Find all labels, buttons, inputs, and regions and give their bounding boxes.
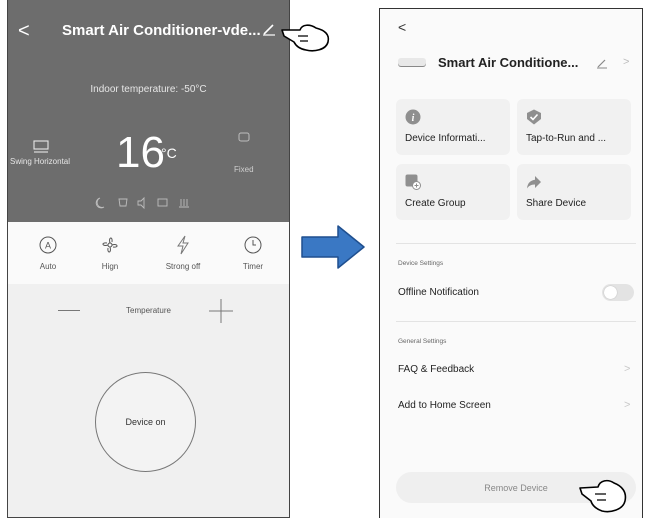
info-icon: i <box>405 109 421 125</box>
add-to-home-screen-item[interactable]: Add to Home Screen <box>398 400 491 411</box>
divider <box>396 321 636 322</box>
device-on-label: Device on <box>125 417 166 427</box>
heat-icon <box>179 199 189 208</box>
share-arrow-icon <box>527 176 541 189</box>
set-temperature-value: 16 <box>116 128 165 177</box>
device-settings-screen: < Smart Air Conditione... > i Device Inf… <box>379 8 643 518</box>
offline-notification-toggle[interactable] <box>602 284 634 301</box>
mode-bar: A Auto Hign Strong off Timer <box>8 222 289 284</box>
mode-timer-label: Timer <box>242 262 264 271</box>
back-button[interactable]: < <box>398 19 406 35</box>
svg-text:i: i <box>412 113 415 124</box>
general-settings-header: General Settings <box>398 338 447 345</box>
device-name: Smart Air Conditione... <box>438 55 579 70</box>
auto-a-icon: A <box>39 236 57 254</box>
temperature-plus-button[interactable] <box>208 298 234 324</box>
tile-share-device[interactable]: Share Device <box>517 164 631 220</box>
device-settings-header: Device Settings <box>398 260 444 267</box>
offline-notification-label: Offline Notification <box>398 287 479 298</box>
mode-timer[interactable]: Timer <box>223 234 283 271</box>
svg-text:A: A <box>45 241 51 251</box>
tile-tap-to-run-label: Tap-to-Run and ... <box>526 133 607 144</box>
mode-auto-label: Auto <box>39 262 57 271</box>
swing-horizontal-label: Swing Horizontal <box>10 157 71 166</box>
fan-icon <box>102 237 118 253</box>
tile-device-information[interactable]: i Device Informati... <box>396 99 510 155</box>
swing-horizontal-icon[interactable] <box>33 140 49 154</box>
pointing-hand-icon <box>579 479 627 513</box>
tile-create-group[interactable]: Create Group <box>396 164 510 220</box>
clock-icon <box>244 236 262 254</box>
control-header: < Smart Air Conditioner-vde... <box>8 18 289 44</box>
create-group-icon <box>405 174 421 190</box>
chevron-right-icon: > <box>624 363 631 375</box>
pencil-icon[interactable] <box>596 57 608 69</box>
chevron-right-icon: > <box>623 56 630 68</box>
tile-device-information-label: Device Informati... <box>405 133 486 144</box>
toggle-knob <box>604 286 617 299</box>
tile-tap-to-run[interactable]: Tap-to-Run and ... <box>517 99 631 155</box>
temperature-controls: Temperature Device on <box>8 284 289 517</box>
flow-arrow-icon <box>301 225 365 269</box>
device-title: Smart Air Conditioner-vde... <box>62 22 261 39</box>
temperature-unit: °C <box>161 145 177 161</box>
indoor-temperature-text: Indoor temperature: -50°C <box>90 84 207 95</box>
check-shield-icon <box>527 109 541 125</box>
mode-auto[interactable]: A Auto <box>18 234 78 271</box>
display-icon <box>157 198 168 207</box>
eco-icon <box>118 198 128 207</box>
device-thumbnail-icon <box>398 58 426 66</box>
mode-fan-speed-label: Hign <box>101 262 119 271</box>
back-button[interactable]: < <box>18 18 30 44</box>
ac-status-panel: < Smart Air Conditioner-vde... Indoor te… <box>8 0 289 222</box>
pencil-icon[interactable] <box>262 22 276 36</box>
bolt-icon <box>177 235 189 255</box>
mode-strong[interactable]: Strong off <box>153 234 213 271</box>
fixed-icon[interactable] <box>238 132 250 142</box>
sound-icon <box>137 196 145 210</box>
sleep-moon-icon <box>95 197 105 209</box>
tile-create-group-label: Create Group <box>405 198 466 209</box>
mode-fan-speed[interactable]: Hign <box>80 234 140 271</box>
pointing-hand-icon <box>281 24 330 52</box>
divider <box>396 243 636 244</box>
status-icon-row <box>95 196 189 210</box>
mode-strong-label: Strong off <box>165 262 201 271</box>
power-button[interactable]: Device on <box>95 372 196 472</box>
tile-share-device-label: Share Device <box>526 198 587 209</box>
temperature-label: Temperature <box>126 306 171 315</box>
chevron-right-icon: > <box>624 399 631 411</box>
fixed-label: Fixed <box>234 165 254 174</box>
ac-control-screen: < Smart Air Conditioner-vde... Indoor te… <box>7 0 290 518</box>
faq-feedback-item[interactable]: FAQ & Feedback <box>398 364 474 375</box>
